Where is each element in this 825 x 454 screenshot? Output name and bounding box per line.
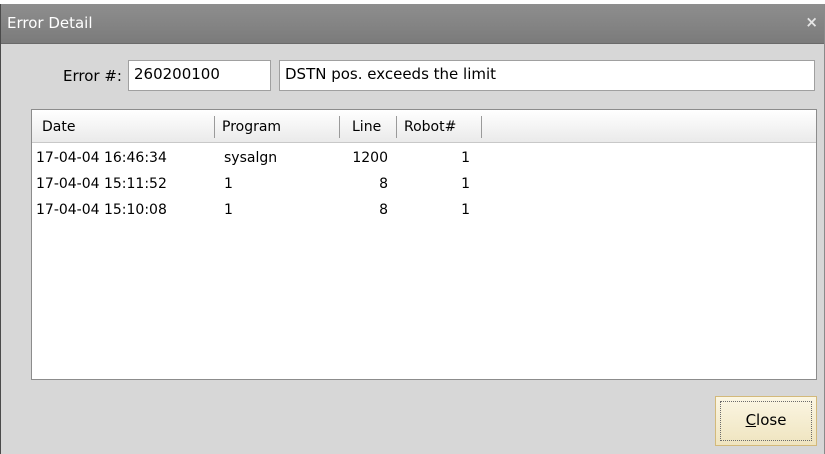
error-code-field: 260200100 bbox=[128, 60, 271, 91]
cell-date: 17-04-04 15:10:08 bbox=[36, 202, 167, 218]
cell-program: sysalgn bbox=[224, 150, 278, 166]
close-button-mnemonic: C bbox=[745, 411, 757, 429]
column-divider[interactable] bbox=[481, 116, 482, 138]
cell-robot: 1 bbox=[461, 176, 470, 192]
error-history-list[interactable]: Date Program Line Robot# 17-04-04 16:46:… bbox=[31, 109, 817, 380]
cell-line: 8 bbox=[379, 202, 388, 218]
column-header-date[interactable]: Date bbox=[42, 119, 75, 135]
cell-line: 8 bbox=[379, 176, 388, 192]
column-divider[interactable] bbox=[396, 116, 397, 138]
window-title: Error Detail bbox=[7, 14, 93, 32]
cell-line: 1200 bbox=[352, 150, 388, 166]
table-row[interactable]: 17-04-04 16:46:34 sysalgn 1200 1 bbox=[32, 150, 816, 170]
table-row[interactable]: 17-04-04 15:11:52 1 8 1 bbox=[32, 176, 816, 196]
list-header: Date Program Line Robot# bbox=[32, 110, 816, 143]
error-detail-dialog: Error Detail × Error #: 260200100 DSTN p… bbox=[0, 4, 825, 454]
cell-robot: 1 bbox=[461, 202, 470, 218]
cell-date: 17-04-04 15:11:52 bbox=[36, 176, 167, 192]
error-number-label: Error #: bbox=[63, 67, 122, 85]
error-message-field: DSTN pos. exceeds the limit bbox=[279, 60, 815, 91]
table-row[interactable]: 17-04-04 15:10:08 1 8 1 bbox=[32, 202, 816, 222]
close-icon[interactable]: × bbox=[805, 13, 818, 31]
column-header-robot[interactable]: Robot# bbox=[404, 119, 456, 135]
close-button-label-rest: lose bbox=[756, 411, 787, 429]
cell-program: 1 bbox=[224, 176, 233, 192]
cell-date: 17-04-04 16:46:34 bbox=[36, 150, 167, 166]
cell-program: 1 bbox=[224, 202, 233, 218]
close-button[interactable]: Close bbox=[715, 396, 817, 446]
close-button-label: Close bbox=[716, 411, 816, 429]
title-bar[interactable]: Error Detail × bbox=[1, 4, 824, 44]
column-header-line[interactable]: Line bbox=[352, 119, 381, 135]
column-divider[interactable] bbox=[339, 116, 340, 138]
cell-robot: 1 bbox=[461, 150, 470, 166]
column-divider[interactable] bbox=[214, 116, 215, 138]
column-header-program[interactable]: Program bbox=[222, 119, 281, 135]
